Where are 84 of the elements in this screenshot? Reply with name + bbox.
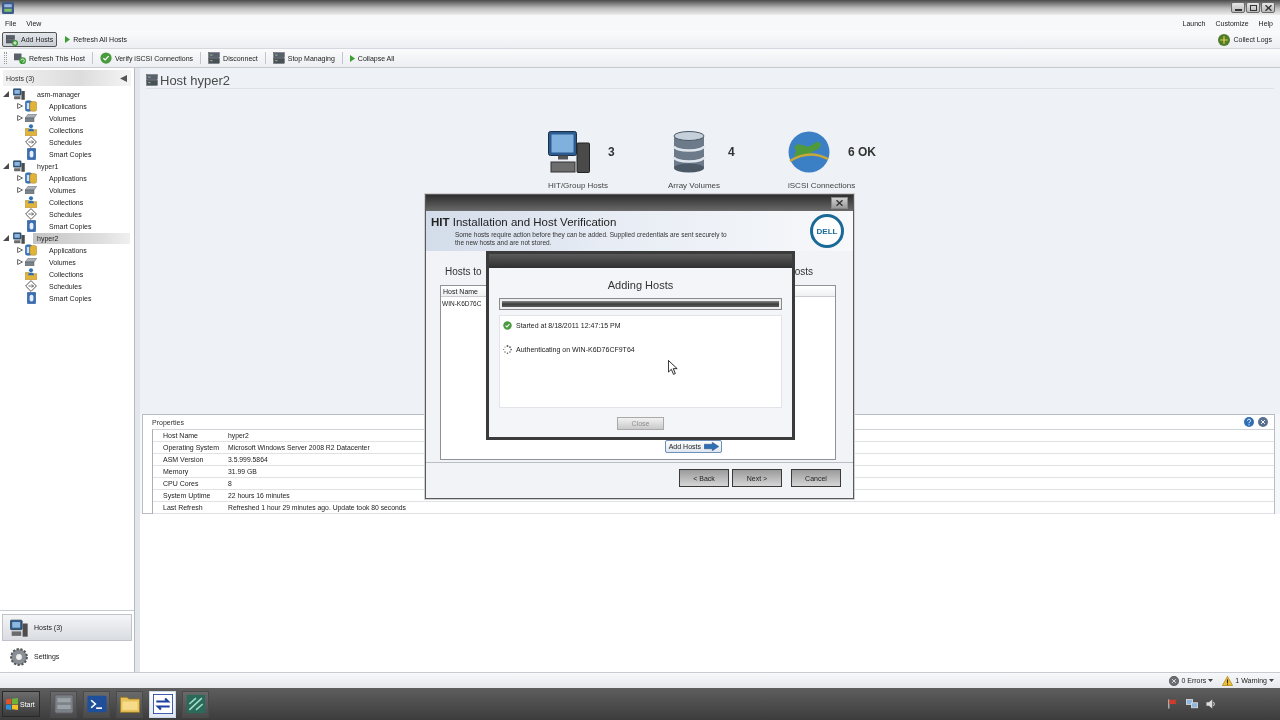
logo: DELL — [810, 214, 844, 248]
drive-icon — [25, 114, 37, 122]
folder-person-icon — [25, 124, 37, 136]
taskbar-button[interactable] — [116, 690, 143, 718]
speaker-icon[interactable] — [1206, 699, 1216, 709]
warning-icon — [1222, 675, 1234, 686]
collapsed-triangle-icon[interactable] — [17, 247, 23, 253]
add-server-icon — [6, 33, 18, 46]
hatched-icon — [185, 694, 206, 714]
diamond-icon — [25, 136, 37, 148]
dialog-heading: HIT Installation and Host Verification — [431, 215, 618, 229]
drive-icon — [25, 186, 37, 194]
summary-label: Array Volumes — [668, 181, 721, 191]
folder-person-icon — [25, 196, 37, 208]
close-button[interactable] — [831, 197, 848, 209]
expanded-triangle-icon[interactable] — [3, 91, 9, 97]
document-icon — [26, 220, 36, 232]
document-icon — [26, 292, 36, 304]
dialog-title: Adding Hosts — [607, 279, 674, 291]
gear-icon — [10, 647, 28, 666]
app-icon — [2, 1, 14, 14]
server-icon — [272, 52, 285, 64]
network-icon[interactable] — [1186, 699, 1198, 709]
spinner-icon — [503, 344, 512, 354]
close-icon[interactable] — [1258, 417, 1268, 427]
app-stack-icon — [25, 172, 37, 184]
collapsed-triangle-icon[interactable] — [17, 187, 23, 193]
collapsed-triangle-icon[interactable] — [17, 175, 23, 181]
computer-icon — [10, 618, 28, 637]
section-label: osts — [794, 265, 813, 277]
collapsed-triangle-icon[interactable] — [17, 259, 23, 265]
help-icon[interactable] — [1244, 417, 1254, 427]
pointer-icon — [668, 360, 678, 375]
maximize-icon — [1249, 4, 1257, 11]
summary-count: 3 — [608, 145, 615, 159]
error-icon — [1169, 675, 1180, 686]
computer-icon — [13, 232, 25, 244]
app-stack-icon — [25, 244, 37, 256]
collapsed-triangle-icon[interactable] — [17, 115, 23, 121]
flag-icon[interactable] — [1168, 699, 1178, 709]
terminal-icon — [86, 694, 107, 714]
collapsed-triangle-icon[interactable] — [17, 103, 23, 109]
taskbar-button[interactable] — [182, 690, 209, 718]
caret-icon — [1208, 679, 1214, 682]
play-icon — [65, 36, 71, 43]
summary-label: HIT/Group Hosts — [548, 181, 608, 191]
close-icon — [1264, 4, 1272, 11]
minimize-button[interactable] — [1231, 2, 1245, 13]
refresh-icon — [14, 52, 26, 64]
plus-disc-icon — [1218, 33, 1231, 46]
arrows-icon — [152, 694, 173, 714]
flag-icon — [6, 698, 18, 710]
server-icon — [208, 52, 221, 64]
drive-icon — [25, 258, 37, 266]
minimize-icon — [1234, 8, 1242, 11]
computer-icon — [548, 131, 590, 173]
expanded-triangle-icon[interactable] — [3, 163, 9, 169]
diamond-icon — [25, 280, 37, 292]
folder-person-icon — [25, 268, 37, 280]
summary-label: iSCSI Connections — [788, 181, 856, 191]
play-icon — [349, 54, 355, 62]
summary-count: 6 OK — [848, 145, 876, 159]
server-icon — [146, 74, 158, 86]
triangle-left-icon[interactable] — [120, 74, 127, 82]
app-stack-icon — [25, 100, 37, 112]
check-circle-icon — [99, 52, 112, 64]
page-title: Host hyper2 — [160, 72, 231, 88]
globe-icon — [788, 131, 830, 173]
folder-icon — [119, 694, 140, 714]
server-icon — [53, 694, 74, 714]
computer-icon — [13, 160, 25, 172]
summary-count: 4 — [728, 145, 735, 159]
section-label: Hosts to — [445, 265, 482, 277]
taskbar-button[interactable] — [83, 690, 110, 718]
computer-icon — [13, 88, 25, 100]
close-icon — [836, 200, 843, 206]
close-button[interactable] — [1261, 2, 1275, 13]
document-icon — [26, 148, 36, 160]
expanded-triangle-icon[interactable] — [3, 235, 9, 241]
arrow-icon — [704, 442, 719, 451]
check-circle-icon — [503, 320, 512, 330]
diamond-icon — [25, 208, 37, 220]
caret-icon — [1269, 679, 1274, 682]
maximize-button[interactable] — [1246, 2, 1260, 13]
